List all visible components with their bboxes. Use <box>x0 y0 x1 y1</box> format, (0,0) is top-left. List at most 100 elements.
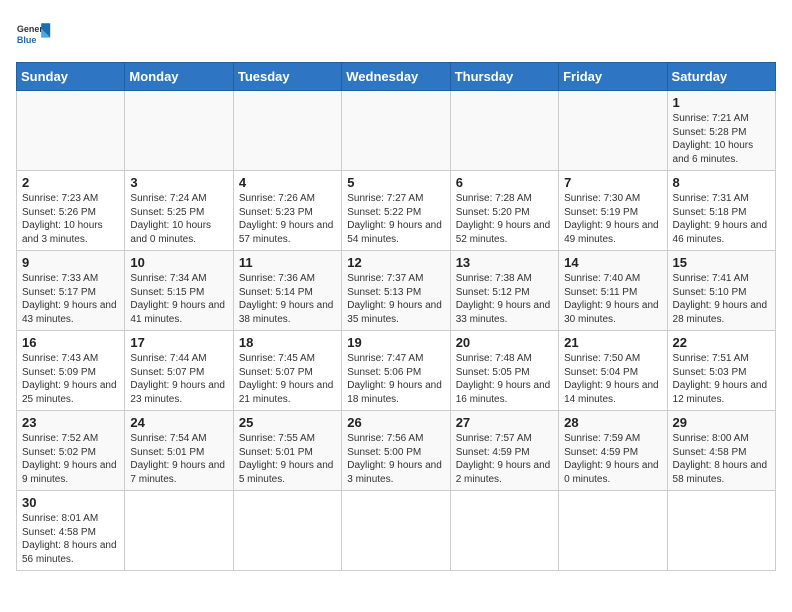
calendar-table: SundayMondayTuesdayWednesdayThursdayFrid… <box>16 62 776 571</box>
day-number: 27 <box>456 415 553 430</box>
calendar-cell: 14 Sunrise: 7:40 AM Sunset: 5:11 PM Dayli… <box>559 251 667 331</box>
day-info: Sunrise: 7:57 AM Sunset: 4:59 PM Dayligh… <box>456 432 553 486</box>
calendar-week-6: 30 Sunrise: 8:01 AM Sunset: 4:58 PM Dayli… <box>17 491 776 571</box>
day-number: 4 <box>239 175 336 190</box>
weekday-header-row: SundayMondayTuesdayWednesdayThursdayFrid… <box>17 63 776 91</box>
day-info: Sunrise: 7:23 AM Sunset: 5:26 PM Dayligh… <box>22 192 119 246</box>
calendar-cell: 20 Sunrise: 7:48 AM Sunset: 5:05 PM Dayli… <box>450 331 558 411</box>
calendar-cell: 22Sunrise: 7:51 AM Sunset: 5:03 PM Dayli… <box>667 331 775 411</box>
day-number: 30 <box>22 495 119 510</box>
calendar-cell <box>450 91 558 171</box>
day-info: Sunrise: 7:24 AM Sunset: 5:25 PM Dayligh… <box>130 192 227 246</box>
calendar-cell: 28Sunrise: 7:59 AM Sunset: 4:59 PM Dayli… <box>559 411 667 491</box>
calendar-cell <box>233 91 341 171</box>
day-number: 24 <box>130 415 227 430</box>
calendar-cell: 25 Sunrise: 7:55 AM Sunset: 5:01 PM Dayli… <box>233 411 341 491</box>
calendar-cell <box>559 91 667 171</box>
svg-text:Blue: Blue <box>17 35 37 45</box>
day-number: 13 <box>456 255 553 270</box>
calendar-cell: 17Sunrise: 7:44 AM Sunset: 5:07 PM Dayli… <box>125 331 233 411</box>
day-info: Sunrise: 8:00 AM Sunset: 4:58 PM Dayligh… <box>673 432 770 486</box>
day-info: Sunrise: 7:55 AM Sunset: 5:01 PM Dayligh… <box>239 432 336 486</box>
calendar-cell: 19 Sunrise: 7:47 AM Sunset: 5:06 PM Dayli… <box>342 331 450 411</box>
calendar-cell: 3 Sunrise: 7:24 AM Sunset: 5:25 PM Daylig… <box>125 171 233 251</box>
day-info: Sunrise: 7:28 AM Sunset: 5:20 PM Dayligh… <box>456 192 553 246</box>
calendar-cell: 10Sunrise: 7:34 AM Sunset: 5:15 PM Dayli… <box>125 251 233 331</box>
calendar-cell: 16Sunrise: 7:43 AM Sunset: 5:09 PM Dayli… <box>17 331 125 411</box>
day-info: Sunrise: 7:37 AM Sunset: 5:13 PM Dayligh… <box>347 272 444 326</box>
calendar-cell: 7 Sunrise: 7:30 AM Sunset: 5:19 PM Daylig… <box>559 171 667 251</box>
weekday-header-friday: Friday <box>559 63 667 91</box>
calendar-cell: 30 Sunrise: 8:01 AM Sunset: 4:58 PM Dayli… <box>17 491 125 571</box>
day-number: 12 <box>347 255 444 270</box>
day-info: Sunrise: 8:01 AM Sunset: 4:58 PM Dayligh… <box>22 512 119 566</box>
calendar-week-2: 2Sunrise: 7:23 AM Sunset: 5:26 PM Daylig… <box>17 171 776 251</box>
calendar-cell: 11Sunrise: 7:36 AM Sunset: 5:14 PM Dayli… <box>233 251 341 331</box>
calendar-cell: 29 Sunrise: 8:00 AM Sunset: 4:58 PM Dayli… <box>667 411 775 491</box>
calendar-cell: 12 Sunrise: 7:37 AM Sunset: 5:13 PM Dayli… <box>342 251 450 331</box>
day-number: 15 <box>673 255 770 270</box>
calendar-cell: 15Sunrise: 7:41 AM Sunset: 5:10 PM Dayli… <box>667 251 775 331</box>
day-number: 22 <box>673 335 770 350</box>
calendar-week-1: 1 Sunrise: 7:21 AM Sunset: 5:28 PM Daylig… <box>17 91 776 171</box>
day-info: Sunrise: 7:36 AM Sunset: 5:14 PM Dayligh… <box>239 272 336 326</box>
day-number: 9 <box>22 255 119 270</box>
page-header: General Blue <box>16 16 776 52</box>
day-number: 25 <box>239 415 336 430</box>
day-info: Sunrise: 7:30 AM Sunset: 5:19 PM Dayligh… <box>564 192 661 246</box>
day-info: Sunrise: 7:56 AM Sunset: 5:00 PM Dayligh… <box>347 432 444 486</box>
day-number: 29 <box>673 415 770 430</box>
calendar-cell <box>17 91 125 171</box>
day-info: Sunrise: 7:47 AM Sunset: 5:06 PM Dayligh… <box>347 352 444 406</box>
day-number: 26 <box>347 415 444 430</box>
day-info: Sunrise: 7:44 AM Sunset: 5:07 PM Dayligh… <box>130 352 227 406</box>
day-number: 5 <box>347 175 444 190</box>
calendar-cell <box>342 491 450 571</box>
calendar-cell <box>233 491 341 571</box>
calendar-cell: 23 Sunrise: 7:52 AM Sunset: 5:02 PM Dayli… <box>17 411 125 491</box>
calendar-cell: 26 Sunrise: 7:56 AM Sunset: 5:00 PM Dayli… <box>342 411 450 491</box>
calendar-cell: 4Sunrise: 7:26 AM Sunset: 5:23 PM Daylig… <box>233 171 341 251</box>
day-info: Sunrise: 7:50 AM Sunset: 5:04 PM Dayligh… <box>564 352 661 406</box>
weekday-header-wednesday: Wednesday <box>342 63 450 91</box>
day-number: 28 <box>564 415 661 430</box>
weekday-header-tuesday: Tuesday <box>233 63 341 91</box>
calendar-cell: 5Sunrise: 7:27 AM Sunset: 5:22 PM Daylig… <box>342 171 450 251</box>
general-blue-logo-icon: General Blue <box>16 16 52 52</box>
logo: General Blue <box>16 16 52 52</box>
day-info: Sunrise: 7:54 AM Sunset: 5:01 PM Dayligh… <box>130 432 227 486</box>
day-number: 8 <box>673 175 770 190</box>
calendar-cell <box>342 91 450 171</box>
calendar-cell <box>450 491 558 571</box>
calendar-cell: 24 Sunrise: 7:54 AM Sunset: 5:01 PM Dayli… <box>125 411 233 491</box>
day-info: Sunrise: 7:38 AM Sunset: 5:12 PM Dayligh… <box>456 272 553 326</box>
calendar-week-5: 23 Sunrise: 7:52 AM Sunset: 5:02 PM Dayli… <box>17 411 776 491</box>
day-info: Sunrise: 7:40 AM Sunset: 5:11 PM Dayligh… <box>564 272 661 326</box>
calendar-week-4: 16Sunrise: 7:43 AM Sunset: 5:09 PM Dayli… <box>17 331 776 411</box>
day-number: 1 <box>673 95 770 110</box>
calendar-cell: 8 Sunrise: 7:31 AM Sunset: 5:18 PM Daylig… <box>667 171 775 251</box>
day-number: 19 <box>347 335 444 350</box>
day-info: Sunrise: 7:31 AM Sunset: 5:18 PM Dayligh… <box>673 192 770 246</box>
day-number: 23 <box>22 415 119 430</box>
day-info: Sunrise: 7:45 AM Sunset: 5:07 PM Dayligh… <box>239 352 336 406</box>
day-number: 14 <box>564 255 661 270</box>
calendar-cell: 27 Sunrise: 7:57 AM Sunset: 4:59 PM Dayli… <box>450 411 558 491</box>
calendar-cell <box>559 491 667 571</box>
day-info: Sunrise: 7:21 AM Sunset: 5:28 PM Dayligh… <box>673 112 770 166</box>
day-info: Sunrise: 7:52 AM Sunset: 5:02 PM Dayligh… <box>22 432 119 486</box>
calendar-cell: 6Sunrise: 7:28 AM Sunset: 5:20 PM Daylig… <box>450 171 558 251</box>
day-number: 7 <box>564 175 661 190</box>
day-number: 21 <box>564 335 661 350</box>
day-number: 18 <box>239 335 336 350</box>
calendar-cell: 13 Sunrise: 7:38 AM Sunset: 5:12 PM Dayli… <box>450 251 558 331</box>
weekday-header-saturday: Saturday <box>667 63 775 91</box>
weekday-header-thursday: Thursday <box>450 63 558 91</box>
day-info: Sunrise: 7:34 AM Sunset: 5:15 PM Dayligh… <box>130 272 227 326</box>
calendar-cell: 18 Sunrise: 7:45 AM Sunset: 5:07 PM Dayli… <box>233 331 341 411</box>
day-number: 20 <box>456 335 553 350</box>
day-info: Sunrise: 7:48 AM Sunset: 5:05 PM Dayligh… <box>456 352 553 406</box>
day-info: Sunrise: 7:33 AM Sunset: 5:17 PM Dayligh… <box>22 272 119 326</box>
day-number: 3 <box>130 175 227 190</box>
calendar-cell: 2Sunrise: 7:23 AM Sunset: 5:26 PM Daylig… <box>17 171 125 251</box>
